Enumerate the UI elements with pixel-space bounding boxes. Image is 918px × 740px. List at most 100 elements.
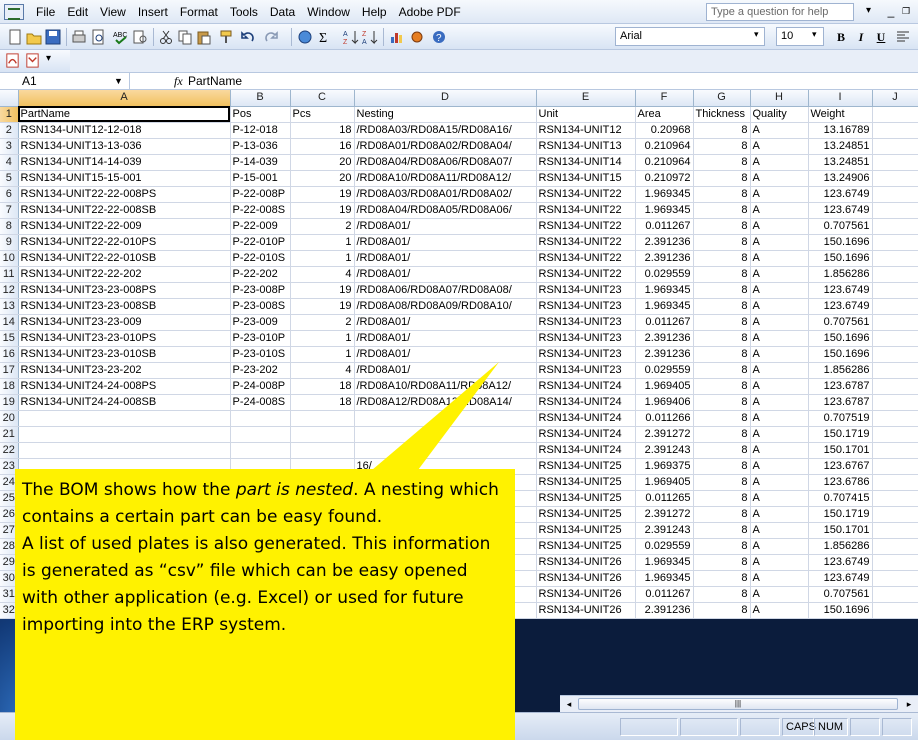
cell-c[interactable]: 20 [290,154,355,171]
cell-b[interactable]: P-22-010S [230,250,291,267]
help-dropdown-icon[interactable]: ▾ [866,5,871,16]
cell-b[interactable]: P-24-008P [230,378,291,395]
row-header[interactable]: 3 [0,138,19,155]
cell-g[interactable]: 8 [693,266,751,283]
cell-e[interactable]: RSN134-UNIT25 [536,474,636,491]
cell-i[interactable]: 123.6787 [808,394,873,411]
cell-d[interactable]: /RD08A12/RD08A13/RD08A14/ [354,394,537,411]
menu-view[interactable]: View [94,0,132,24]
cell-j[interactable] [872,234,918,251]
cell-c[interactable]: Pcs [290,106,355,123]
cell-g[interactable]: 8 [693,570,751,587]
cell-f[interactable]: 1.969405 [635,474,694,491]
pdf-email-icon[interactable] [24,52,41,69]
cell-g[interactable]: 8 [693,378,751,395]
cell-d[interactable]: /RD08A06/RD08A07/RD08A08/ [354,282,537,299]
cell-c[interactable]: 19 [290,282,355,299]
cell-a[interactable]: RSN134-UNIT22-22-008SB [18,202,231,219]
save-icon[interactable] [44,28,62,46]
cell-d[interactable] [354,442,537,459]
menu-data[interactable]: Data [264,0,301,24]
row-header[interactable]: 7 [0,202,19,219]
cell-a[interactable]: RSN134-UNIT22-22-010SB [18,250,231,267]
row-header[interactable]: 4 [0,154,19,171]
cell-g[interactable]: 8 [693,138,751,155]
cell-i[interactable]: 13.24851 [808,154,873,171]
sort-descending-icon[interactable]: ZA [361,28,379,46]
cell-f[interactable]: 0.210972 [635,170,694,187]
cell-i[interactable]: 0.707561 [808,218,873,235]
cell-e[interactable]: RSN134-UNIT24 [536,442,636,459]
cell-e[interactable]: RSN134-UNIT23 [536,298,636,315]
cell-b[interactable]: P-23-010P [230,330,291,347]
cell-e[interactable]: RSN134-UNIT26 [536,586,636,603]
scroll-right-icon[interactable]: ▸ [902,697,916,711]
column-header[interactable]: G [693,90,751,107]
cell-j[interactable] [872,122,918,139]
cell-j[interactable] [872,394,918,411]
insert-function-icon[interactable]: fx [174,73,183,90]
row-header[interactable]: 13 [0,298,19,315]
cell-f[interactable]: 1.969345 [635,186,694,203]
name-box-dropdown-icon[interactable]: ▼ [114,73,123,90]
cell-f[interactable]: 0.011267 [635,314,694,331]
cell-g[interactable]: 8 [693,362,751,379]
cell-b[interactable]: P-23-008P [230,282,291,299]
cell-e[interactable]: RSN134-UNIT26 [536,602,636,619]
cell-h[interactable]: A [750,506,809,523]
cell-h[interactable]: A [750,170,809,187]
cell-j[interactable] [872,186,918,203]
cell-h[interactable]: A [750,538,809,555]
cell-e[interactable]: RSN134-UNIT25 [536,506,636,523]
open-folder-icon[interactable] [25,28,43,46]
spelling-icon[interactable]: ABC [112,28,130,46]
cell-c[interactable]: 18 [290,122,355,139]
cell-f[interactable]: 2.391236 [635,602,694,619]
cell-e[interactable]: RSN134-UNIT22 [536,234,636,251]
column-header[interactable]: J [872,90,918,107]
cell-h[interactable]: A [750,298,809,315]
cell-g[interactable]: 8 [693,282,751,299]
help-icon[interactable]: ? [430,28,448,46]
menu-file[interactable]: File [30,0,61,24]
cell-h[interactable]: A [750,346,809,363]
cell-e[interactable]: RSN134-UNIT12 [536,122,636,139]
cell-b[interactable]: P-14-039 [230,154,291,171]
row-header[interactable]: 11 [0,266,19,283]
cell-c[interactable]: 19 [290,202,355,219]
cell-e[interactable]: RSN134-UNIT24 [536,426,636,443]
cell-b[interactable]: P-22-010P [230,234,291,251]
cell-i[interactable]: 150.1696 [808,330,873,347]
cell-i[interactable]: 150.1719 [808,506,873,523]
cell-f[interactable]: 2.391272 [635,426,694,443]
cell-b[interactable]: P-23-010S [230,346,291,363]
cell-i[interactable]: Weight [808,106,873,123]
cell-g[interactable]: 8 [693,474,751,491]
cell-f[interactable]: 1.969345 [635,282,694,299]
row-header[interactable]: 20 [0,410,19,427]
research-icon[interactable] [131,28,149,46]
cell-e[interactable]: RSN134-UNIT22 [536,266,636,283]
horizontal-scrollbar[interactable]: ◂ ||| ▸ [560,695,918,712]
cell-g[interactable]: 8 [693,602,751,619]
cell-h[interactable]: A [750,282,809,299]
cell-c[interactable]: 16 [290,138,355,155]
cell-i[interactable]: 123.6786 [808,474,873,491]
row-header[interactable]: 2 [0,122,19,139]
cell-j[interactable] [872,490,918,507]
cell-g[interactable]: 8 [693,490,751,507]
cell-d[interactable]: Nesting [354,106,537,123]
row-header[interactable]: 17 [0,362,19,379]
cell-j[interactable] [872,554,918,571]
cell-j[interactable] [872,426,918,443]
cell-j[interactable] [872,410,918,427]
cell-f[interactable]: 0.20968 [635,122,694,139]
cell-c[interactable]: 4 [290,362,355,379]
cell-d[interactable]: /RD08A04/RD08A06/RD08A07/ [354,154,537,171]
cell-g[interactable]: 8 [693,458,751,475]
cell-g[interactable]: 8 [693,218,751,235]
row-header[interactable]: 14 [0,314,19,331]
cell-i[interactable]: 123.6749 [808,570,873,587]
cell-a[interactable]: RSN134-UNIT12-12-018 [18,122,231,139]
row-header[interactable]: 6 [0,186,19,203]
